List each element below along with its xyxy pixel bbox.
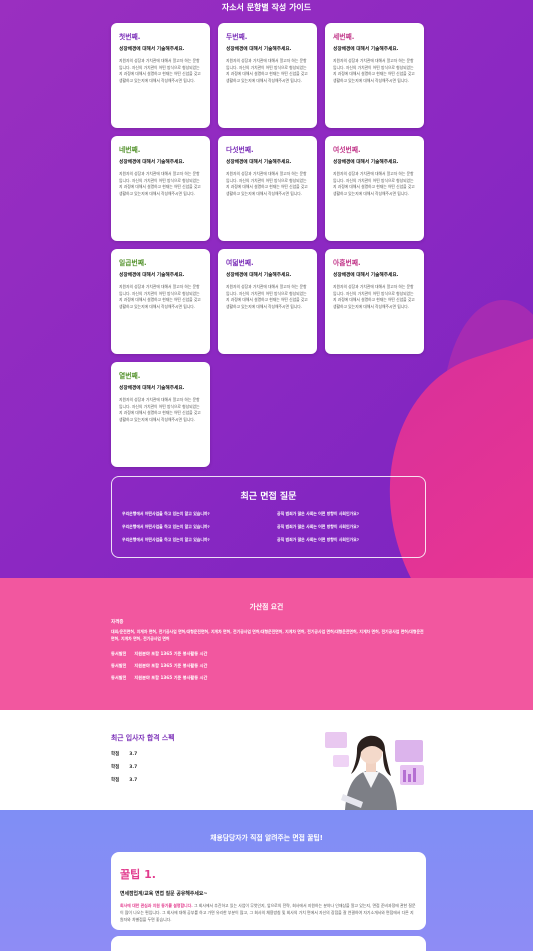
spec-item: 학점 3.7 bbox=[111, 764, 137, 770]
tip-highlight: 회사에 대한 관심과 지원 동기를 설명합니다. bbox=[120, 903, 193, 908]
perks-title: 가산점 요건 bbox=[249, 603, 284, 611]
spec-label: 학점 bbox=[111, 765, 120, 770]
perks-row: 동서발전 지원분야 포함 1365 기준 봉사활동 시간 bbox=[111, 675, 215, 681]
perks-row-tag: 동서발전 bbox=[111, 651, 127, 656]
perks-row-text: 지원분야 포함 1365 기준 봉사활동 시간 bbox=[134, 663, 208, 668]
tips-section: 채용담당자가 직접 알려주는 면접 꿀팁! 꿀팁 1. 면세점업계/교육 면접 … bbox=[0, 810, 533, 951]
guide-card-subtitle: 성장배경에 대해서 기술해주세요. bbox=[226, 47, 292, 52]
guide-card-title: 일곱번째. bbox=[119, 259, 147, 267]
guide-card[interactable]: 첫번째. 성장배경에 대해서 기술해주세요. 지원자의 성장과 가치관에 대해서 알… bbox=[111, 23, 210, 128]
guide-card-subtitle: 성장배경에 대해서 기술해주세요. bbox=[119, 273, 185, 278]
guide-card-subtitle: 성장배경에 대해서 기술해주세요. bbox=[333, 160, 399, 165]
guide-card-body: 지원자의 성장과 가치관에 대해서 알고자 하는 문항입니다. 자신의 가치관이… bbox=[333, 284, 415, 309]
perks-row-tag: 동서발전 bbox=[111, 663, 127, 668]
guide-card-subtitle: 성장배경에 대해서 기술해주세요. bbox=[333, 47, 399, 52]
tip-card: 꿀팁 1. 면세점업계/교육 면접 질문 공유해주세요~ 회사에 대한 관심과 … bbox=[111, 852, 426, 930]
tip-subtitle: 면세점업계/교육 면접 질문 공유해주세요~ bbox=[120, 891, 208, 897]
perks-row: 동서발전 지원분야 포함 1365 기준 봉사활동 시간 bbox=[111, 651, 215, 657]
guide-card[interactable]: 여덟번째. 성장배경에 대해서 기술해주세요. 지원자의 성장과 가치관에 대해서 … bbox=[218, 249, 317, 354]
guide-card-subtitle: 성장배경에 대해서 기술해주세요. bbox=[226, 273, 292, 278]
spec-value: 3.7 bbox=[129, 752, 138, 757]
perks-heading: 자격증 bbox=[111, 620, 124, 625]
interview-question[interactable]: 공직 범죄가 많은 사회는 어떤 방향이 사회인가요? bbox=[277, 537, 359, 543]
spec-label: 학점 bbox=[111, 778, 120, 783]
guide-card[interactable]: 다섯번째. 성장배경에 대해서 기술해주세요. 지원자의 성장과 가치관에 대해서 … bbox=[218, 136, 317, 241]
guide-card-subtitle: 성장배경에 대해서 기술해주세요. bbox=[333, 273, 399, 278]
guide-card-subtitle: 성장배경에 대해서 기술해주세요. bbox=[226, 160, 292, 165]
interview-question[interactable]: 우리은행에서 어떤사업을 하고 있는지 알고 있습니까? bbox=[122, 511, 210, 517]
perks-row: 동서발전 지원분야 포함 1365 기준 봉사활동 시간 bbox=[111, 663, 215, 669]
spec-item: 학점 3.7 bbox=[111, 751, 137, 757]
guide-card[interactable]: 일곱번째. 성장배경에 대해서 기술해주세요. 지원자의 성장과 가치관에 대해서 … bbox=[111, 249, 210, 354]
guide-card-subtitle: 성장배경에 대해서 기술해주세요. bbox=[119, 160, 185, 165]
interview-title: 최근 면접 질문 bbox=[240, 492, 297, 502]
guide-card-body: 지원자의 성장과 가치관에 대해서 알고자 하는 문항입니다. 자신의 가치관이… bbox=[226, 284, 308, 309]
guide-card-subtitle: 성장배경에 대해서 기술해주세요. bbox=[119, 47, 185, 52]
perks-license-list: 대외/운전면허, 지게차 면허, 전기공사업 면허/대형운전면허, 지게차 면허… bbox=[111, 629, 424, 642]
interview-question[interactable]: 우리은행에서 어떤사업을 하고 있는지 알고 있습니까? bbox=[122, 524, 210, 530]
guide-card-body: 지원자의 성장과 가치관에 대해서 알고자 하는 문항입니다. 자신의 가치관이… bbox=[226, 58, 308, 83]
guide-card[interactable]: 세번째. 성장배경에 대해서 기술해주세요. 지원자의 성장과 가치관에 대해서 알… bbox=[325, 23, 424, 128]
interview-questions-box: 최근 면접 질문 우리은행에서 어떤사업을 하고 있는지 알고 있습니까? 우리… bbox=[111, 476, 426, 558]
guide-card-body: 지원자의 성장과 가치관에 대해서 알고자 하는 문항입니다. 자신의 가치관이… bbox=[119, 284, 201, 309]
tip-body: 회사에 대한 관심과 지원 동기를 설명합니다. 그 회사에서 추진하고 있는 … bbox=[120, 903, 417, 923]
specs-title: 최근 입사자 합격 스펙 bbox=[111, 734, 175, 742]
guide-card-title: 여섯번째. bbox=[333, 146, 361, 154]
guide-title: 자소서 문항별 작성 가이드 bbox=[221, 3, 312, 12]
perks-section: 가산점 요건 자격증 대외/운전면허, 지게차 면허, 전기공사업 면허/대형운… bbox=[0, 578, 533, 710]
guide-card-title: 열번째. bbox=[119, 372, 141, 380]
interview-question[interactable]: 공직 범죄가 많은 사회는 어떤 방향이 사회인가요? bbox=[277, 511, 359, 517]
guide-card[interactable]: 여섯번째. 성장배경에 대해서 기술해주세요. 지원자의 성장과 가치관에 대해서 … bbox=[325, 136, 424, 241]
tip-card bbox=[111, 936, 426, 951]
spec-label: 학점 bbox=[111, 752, 120, 757]
interview-question[interactable]: 우리은행에서 어떤사업을 하고 있는지 알고 있습니까? bbox=[122, 537, 210, 543]
spec-value: 3.7 bbox=[129, 778, 138, 783]
guide-card-body: 지원자의 성장과 가치관에 대해서 알고자 하는 문항입니다. 자신의 가치관이… bbox=[119, 58, 201, 83]
tip-title: 꿀팁 1. bbox=[120, 868, 156, 881]
guide-section: 자소서 문항별 작성 가이드 첫번째. 성장배경에 대해서 기술해주세요. 지원자의… bbox=[0, 0, 533, 578]
guide-card-title: 아홉번째. bbox=[333, 259, 361, 267]
specs-section: 최근 입사자 합격 스펙 학점 3.7 학점 3.7 학점 3.7 bbox=[0, 710, 533, 810]
guide-card-body: 지원자의 성장과 가치관에 대해서 알고자 하는 문항입니다. 자신의 가치관이… bbox=[333, 171, 415, 196]
guide-card-title: 세번째. bbox=[333, 33, 355, 41]
guide-card-title: 다섯번째. bbox=[226, 146, 254, 154]
spec-item: 학점 3.7 bbox=[111, 777, 137, 783]
spec-value: 3.7 bbox=[129, 765, 138, 770]
guide-card[interactable]: 네번째. 성장배경에 대해서 기술해주세요. 지원자의 성장과 가치관에 대해서 알… bbox=[111, 136, 210, 241]
perks-row-text: 지원분야 포함 1365 기준 봉사활동 시간 bbox=[134, 675, 208, 680]
guide-card-title: 네번째. bbox=[119, 146, 141, 154]
guide-card-subtitle: 성장배경에 대해서 기술해주세요. bbox=[119, 386, 185, 391]
guide-card[interactable]: 아홉번째. 성장배경에 대해서 기술해주세요. 지원자의 성장과 가치관에 대해서 … bbox=[325, 249, 424, 354]
guide-card-body: 지원자의 성장과 가치관에 대해서 알고자 하는 문항입니다. 자신의 가치관이… bbox=[226, 171, 308, 196]
tips-title: 채용담당자가 직접 알려주는 면접 꿀팁! bbox=[210, 834, 323, 842]
guide-card-body: 지원자의 성장과 가치관에 대해서 알고자 하는 문항입니다. 자신의 가치관이… bbox=[333, 58, 415, 83]
guide-card-title: 여덟번째. bbox=[226, 259, 254, 267]
guide-card[interactable]: 두번째. 성장배경에 대해서 기술해주세요. 지원자의 성장과 가치관에 대해서 알… bbox=[218, 23, 317, 128]
perks-row-text: 지원분야 포함 1365 기준 봉사활동 시간 bbox=[134, 651, 208, 656]
guide-card-body: 지원자의 성장과 가치관에 대해서 알고자 하는 문항입니다. 자신의 가치관이… bbox=[119, 397, 201, 422]
interview-question[interactable]: 공직 범죄가 많은 사회는 어떤 방향이 사회인가요? bbox=[277, 524, 359, 530]
guide-card-title: 첫번째. bbox=[119, 33, 141, 41]
guide-card-body: 지원자의 성장과 가치관에 대해서 알고자 하는 문항입니다. 자신의 가치관이… bbox=[119, 171, 201, 196]
guide-card-title: 두번째. bbox=[226, 33, 248, 41]
guide-card[interactable]: 열번째. 성장배경에 대해서 기술해주세요. 지원자의 성장과 가치관에 대해서 알… bbox=[111, 362, 210, 467]
business-woman-illustration bbox=[325, 732, 424, 810]
perks-row-tag: 동서발전 bbox=[111, 675, 127, 680]
